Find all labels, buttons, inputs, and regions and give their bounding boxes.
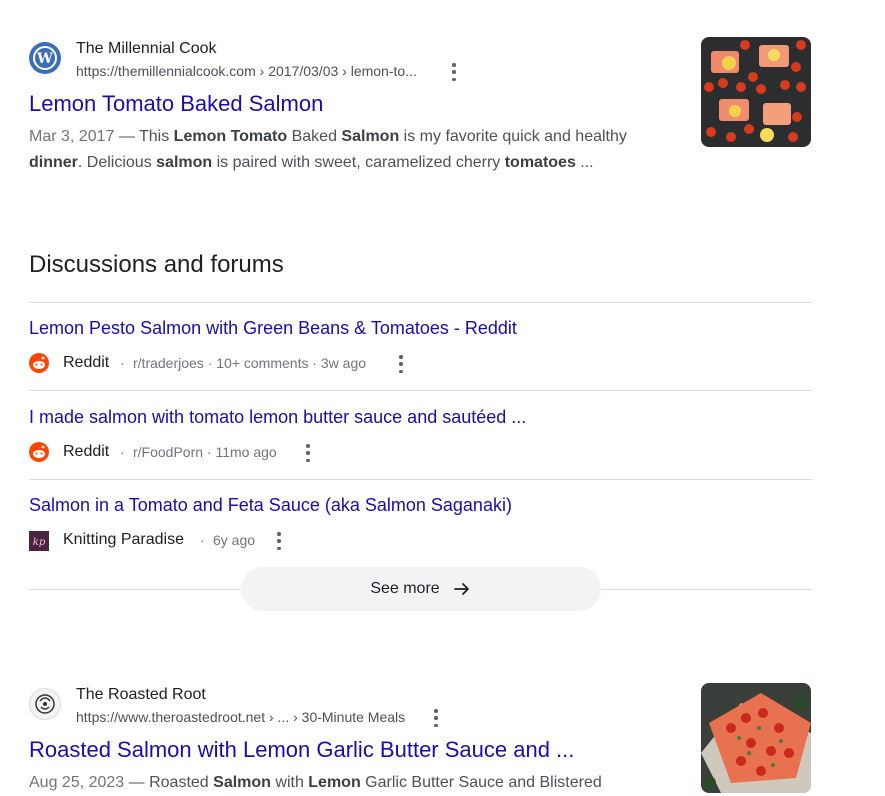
reddit-logo — [29, 442, 49, 462]
snippet-text: with — [270, 774, 309, 791]
snippet-highlight: salmon — [156, 154, 213, 171]
see-more-button[interactable]: See more — [241, 567, 601, 611]
site-name[interactable]: The Millennial Cook — [76, 40, 217, 58]
site-url[interactable]: https://themillennialcook.com › 2017/03/… — [76, 63, 417, 79]
salmon-tomato-photo — [701, 37, 811, 147]
result-date: Mar 3, 2017 — [29, 128, 115, 145]
snippet-text: — This — [114, 128, 174, 145]
roasted-salmon-photo — [701, 683, 811, 793]
snippet-highlight: tomatoes — [504, 154, 576, 171]
site-url[interactable]: https://www.theroastedroot.net › ... › 3… — [76, 709, 405, 725]
result-thumbnail[interactable] — [701, 37, 811, 147]
svg-text:W: W — [36, 51, 53, 67]
arrow-right-icon — [453, 583, 469, 595]
search-result: The Roasted Root https://www.theroastedr… — [0, 680, 885, 794]
divider — [29, 390, 812, 391]
discussion-title[interactable]: Lemon Pesto Salmon with Green Beans & To… — [29, 318, 517, 339]
knitting-paradise-icon: kp — [29, 531, 49, 551]
result-date: Aug 25, 2023 — [29, 774, 125, 791]
reddit-icon — [29, 353, 49, 373]
snippet-text: — Roasted — [124, 774, 214, 791]
knitting-paradise-logo: kp — [29, 531, 49, 551]
snippet-text: is my favorite quick and healthy — [399, 128, 627, 145]
snippet-text: is paired with sweet, caramelized cherry — [212, 154, 505, 171]
snippet-text: Baked — [287, 128, 342, 145]
roasted-root-icon[interactable] — [29, 688, 61, 720]
separator: · — [200, 532, 205, 548]
snippet-highlight: Lemon — [308, 774, 361, 791]
reddit-logo — [29, 353, 49, 373]
site-name[interactable]: The Roasted Root — [76, 686, 206, 704]
svg-text:kp: kp — [33, 537, 46, 548]
result-snippet: Mar 3, 2017 — This Lemon Tomato Baked Sa… — [29, 124, 659, 176]
more-options-icon[interactable] — [433, 709, 439, 727]
roasted-root-logo — [35, 694, 55, 714]
more-options-icon[interactable] — [276, 532, 282, 550]
more-options-icon[interactable] — [451, 63, 457, 81]
discussion-meta: r/traderjoes · 10+ comments · 3w ago — [133, 355, 367, 371]
reddit-icon — [29, 442, 49, 462]
result-title[interactable]: Lemon Tomato Baked Salmon — [29, 91, 323, 117]
result-title[interactable]: Roasted Salmon with Lemon Garlic Butter … — [29, 737, 574, 763]
separator: · — [120, 355, 125, 371]
discussion-source[interactable]: Reddit — [63, 354, 109, 372]
search-result: W The Millennial Cook https://themillenn… — [0, 0, 885, 190]
see-more-label: See more — [370, 580, 440, 597]
snippet-text: Garlic Butter Sauce and Blistered — [360, 774, 602, 791]
section-heading: Discussions and forums — [29, 251, 284, 278]
divider — [29, 479, 812, 480]
discussion-source[interactable]: Reddit — [63, 443, 109, 461]
snippet-text: . Delicious — [77, 154, 157, 171]
snippet-highlight: Salmon — [341, 128, 400, 145]
discussion-meta: 6y ago — [213, 532, 256, 548]
discussion-source[interactable]: Knitting Paradise — [63, 531, 184, 549]
wordpress-icon[interactable]: W — [29, 42, 61, 74]
discussion-title[interactable]: Salmon in a Tomato and Feta Sauce (aka S… — [29, 495, 512, 516]
separator: · — [120, 444, 125, 460]
more-options-icon[interactable] — [305, 444, 311, 462]
result-snippet: Aug 25, 2023 — Roasted Salmon with Lemon… — [29, 770, 659, 796]
discussion-meta: r/FoodPorn · 11mo ago — [133, 444, 277, 460]
snippet-highlight: dinner — [29, 154, 78, 171]
discussion-title[interactable]: I made salmon with tomato lemon butter s… — [29, 407, 526, 428]
snippet-text: ... — [575, 154, 594, 171]
snippet-highlight: Salmon — [213, 774, 271, 791]
divider — [29, 302, 812, 303]
wordpress-logo: W — [33, 46, 57, 70]
snippet-highlight: Lemon Tomato — [173, 128, 288, 145]
result-thumbnail[interactable] — [701, 683, 811, 793]
more-options-icon[interactable] — [398, 355, 404, 373]
